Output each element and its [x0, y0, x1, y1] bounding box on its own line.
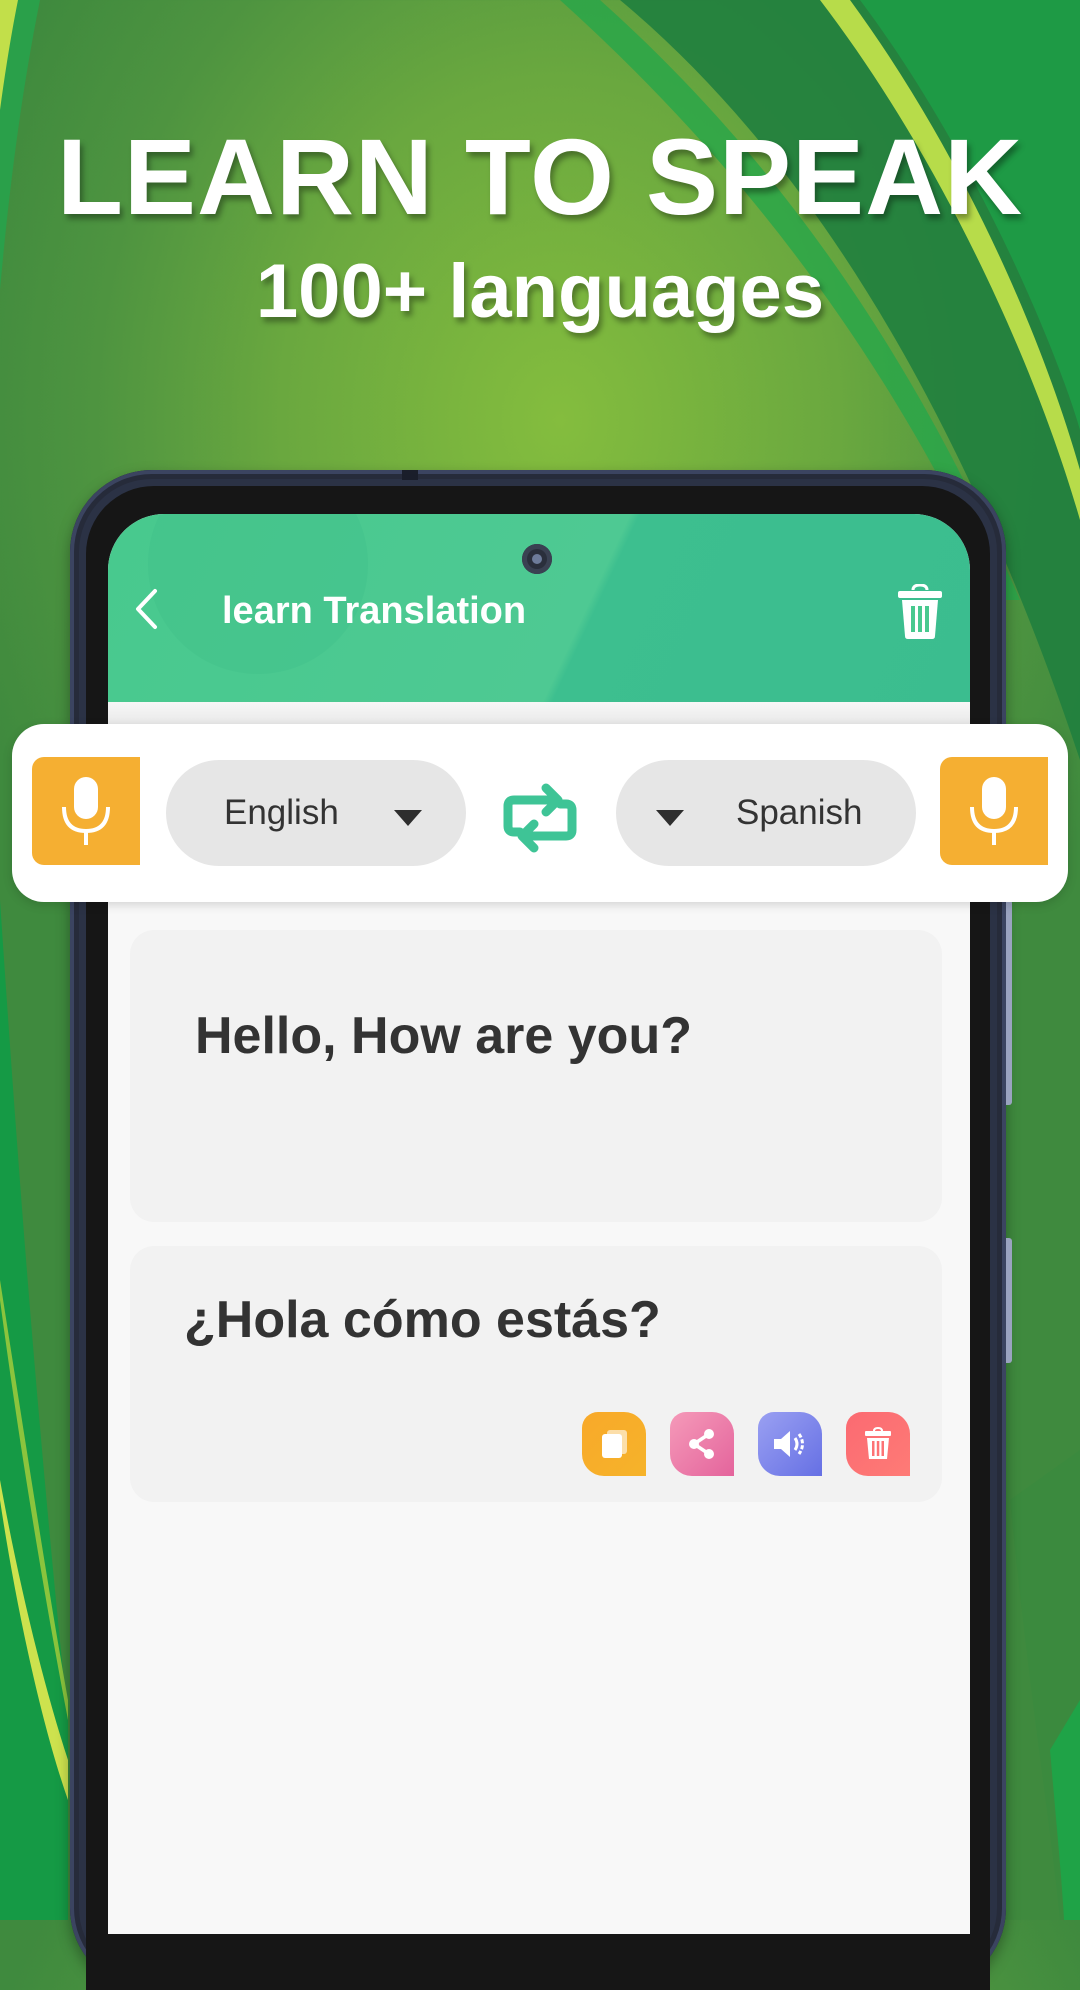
- chevron-left-icon: [136, 589, 157, 629]
- caret-down-icon: [656, 810, 684, 826]
- phone-side-button: [1006, 1238, 1012, 1363]
- front-camera: [522, 544, 552, 574]
- source-language-label: English: [224, 793, 339, 832]
- phone-side-button: [1006, 900, 1012, 1105]
- share-button[interactable]: [670, 1412, 734, 1476]
- translation-result-card: ¿Hola cómo estás?: [130, 1246, 942, 1502]
- phone-top-seam: [402, 470, 418, 480]
- caret-down-icon: [394, 810, 422, 826]
- language-bar: English Spanish: [12, 724, 1068, 902]
- back-button[interactable]: [126, 584, 166, 634]
- delete-all-button[interactable]: [896, 583, 944, 640]
- swap-arrows-icon: [503, 783, 577, 853]
- app-bar: learn Translation: [108, 514, 970, 702]
- trash-icon: [898, 583, 942, 639]
- source-text: Hello, How are you?: [195, 1007, 692, 1065]
- share-icon: [689, 1429, 714, 1459]
- promo-subheadline: 100+ languages: [255, 249, 825, 334]
- copy-button[interactable]: [582, 1412, 646, 1476]
- target-mic-button[interactable]: [940, 757, 1048, 865]
- promo-headline: LEARN TO SPEAK: [56, 116, 1024, 237]
- source-language-dropdown[interactable]: English: [166, 760, 466, 866]
- microphone-icon: [62, 777, 110, 845]
- microphone-icon: [970, 777, 1018, 845]
- result-actions: [582, 1412, 910, 1476]
- swap-languages-button[interactable]: [500, 778, 580, 858]
- source-mic-button[interactable]: [32, 757, 140, 865]
- target-language-label: Spanish: [736, 793, 863, 832]
- speak-button[interactable]: [758, 1412, 822, 1476]
- app-title: learn Translation: [222, 590, 527, 632]
- appbar-shadow: [108, 702, 970, 724]
- translated-text: ¿Hola cómo estás?: [184, 1291, 661, 1349]
- target-language-dropdown[interactable]: Spanish: [616, 760, 916, 866]
- source-text-card[interactable]: Hello, How are you?: [130, 930, 942, 1222]
- copy-icon: [602, 1430, 627, 1458]
- delete-button[interactable]: [846, 1412, 910, 1476]
- speaker-icon: [774, 1431, 804, 1457]
- trash-icon: [865, 1427, 891, 1459]
